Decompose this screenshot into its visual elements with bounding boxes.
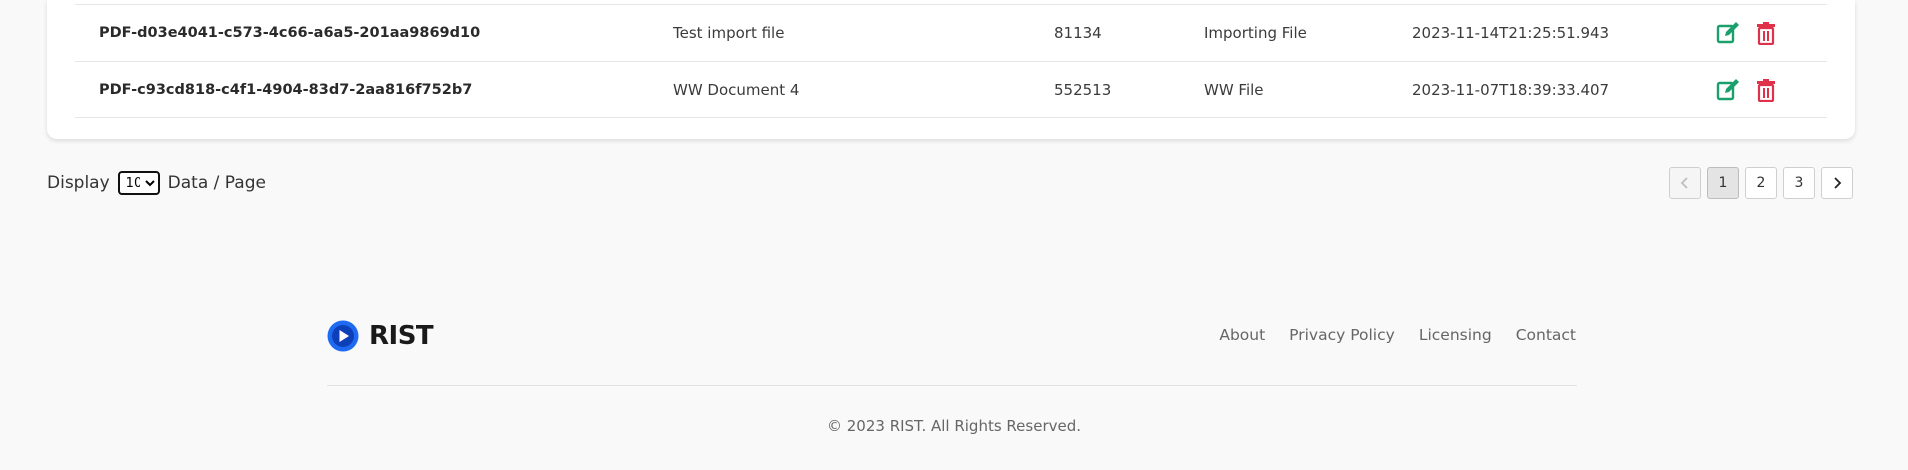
chevron-left-icon	[1680, 177, 1688, 189]
per-page-suffix: Data / Page	[167, 173, 266, 193]
file-type-cell: WW File	[1204, 80, 1264, 99]
page-button-1[interactable]: 1	[1707, 167, 1739, 199]
file-size-cell: 81134	[1054, 24, 1102, 42]
footer-link-licensing[interactable]: Licensing	[1419, 326, 1492, 344]
per-page-select[interactable]: 10	[117, 171, 160, 195]
footer-brand[interactable]: RIST	[327, 320, 434, 352]
footer-links: About Privacy Policy Licensing Contact	[1219, 326, 1576, 344]
footer-link-contact[interactable]: Contact	[1516, 326, 1576, 344]
pagination: 1 2 3	[1669, 167, 1853, 199]
table-row: PDF-c93cd818-c4f1-4904-83d7-2aa816f752b7…	[75, 61, 1827, 118]
row-actions	[1716, 21, 1778, 46]
edit-icon[interactable]	[1716, 78, 1740, 102]
file-size-cell: 552513	[1054, 80, 1112, 99]
file-type-cell: Importing File	[1204, 24, 1307, 42]
footer-divider	[327, 385, 1577, 386]
display-label: Display	[47, 173, 110, 193]
trash-icon[interactable]	[1754, 78, 1778, 102]
file-id-cell: PDF-c93cd818-c4f1-4904-83d7-2aa816f752b7	[99, 81, 473, 98]
file-date-cell: 2023-11-14T21:25:51.943	[1412, 24, 1610, 42]
page-button-3[interactable]: 3	[1783, 167, 1815, 199]
chevron-right-icon	[1834, 177, 1842, 189]
trash-icon[interactable]	[1754, 21, 1778, 46]
file-date-cell: 2023-11-07T18:39:33.407	[1412, 80, 1610, 99]
prev-page-button[interactable]	[1669, 167, 1701, 199]
file-name-cell: WW Document 4	[673, 80, 800, 99]
footer-link-about[interactable]: About	[1219, 326, 1265, 344]
file-id-cell: PDF-d03e4041-c573-4c66-a6a5-201aa9869d10	[99, 25, 481, 41]
edit-icon[interactable]	[1716, 21, 1740, 45]
brand-name: RIST	[369, 321, 434, 351]
copyright-text: © 2023 RIST. All Rights Reserved.	[826, 417, 1082, 435]
per-page-control: Display 10 Data / Page	[47, 170, 266, 196]
files-table-card: PDF-d03e4041-c573-4c66-a6a5-201aa9869d10…	[47, 0, 1855, 139]
play-logo-icon	[327, 320, 359, 352]
footer-link-privacy-policy[interactable]: Privacy Policy	[1289, 326, 1395, 344]
page-button-2[interactable]: 2	[1745, 167, 1777, 199]
row-actions	[1716, 78, 1778, 102]
file-name-cell: Test import file	[673, 24, 785, 42]
table-row: PDF-d03e4041-c573-4c66-a6a5-201aa9869d10…	[75, 4, 1827, 61]
next-page-button[interactable]	[1821, 167, 1853, 199]
